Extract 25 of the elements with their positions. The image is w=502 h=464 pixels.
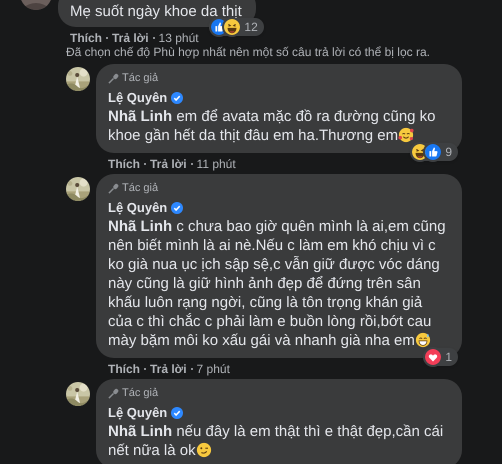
- author-label: Tác giả: [122, 386, 158, 401]
- reaction-summary[interactable]: 9: [410, 143, 458, 161]
- reply-link[interactable]: Trả lời: [150, 360, 187, 378]
- author-label: Tác giả: [122, 70, 158, 86]
- like-link[interactable]: Thích: [70, 28, 102, 46]
- author-name[interactable]: Lệ Quyên: [108, 89, 168, 106]
- author-name[interactable]: Lệ Quyên: [108, 199, 168, 216]
- reply-link[interactable]: Trả lời: [112, 28, 149, 46]
- comment-time: 11 phút: [196, 156, 236, 172]
- comment-time: 7 phút: [196, 360, 230, 378]
- reply-link[interactable]: Trả lời: [150, 154, 187, 172]
- reaction-summary[interactable]: 1: [423, 348, 458, 366]
- like-link[interactable]: Thích: [108, 360, 140, 378]
- microphone-icon: [108, 72, 119, 84]
- author-label: Tác giả: [122, 180, 158, 196]
- comment-time: 13 phút: [158, 30, 199, 46]
- comment-text: Nhã Linh em để avata mặc đồ ra đường cũng ko khoe gần hết da thịt đâu em ha.Thương em: [108, 107, 437, 145]
- author-name[interactable]: Lệ Quyên: [108, 404, 168, 421]
- microphone-icon: [108, 388, 119, 398]
- microphone-icon: [108, 182, 119, 194]
- like-link[interactable]: Thích: [108, 154, 140, 172]
- comment-text: Nhã Linh nếu đây là em thật thì e thật đẹp,cần cái nết nữa là ok: [108, 422, 444, 460]
- comment-text: Nhã Linh c chưa bao giờ quên mình là ai,em cũng nên biết mình là ai nè.Nếu c làm em khó chịu vì c ko già nua ục ịch sập sệ,c vẫn giữ được vóc dáng này cũng là giữ hình ảnh đẹp để đứng trên sân khấu luôn rạng ngời, cũng là tôn trọng khán giả của c thì chắc c phải làm e buồn lòng rồi,bớt cau mày bặm môi ko xấu gái và nhanh già nha em: [108, 217, 447, 350]
- filter-notice: Đã chọn chế độ Phù hợp nhất nên một số câu trả lời có thể bị lọc ra.: [66, 45, 431, 59]
- reaction-summary[interactable]: 12: [209, 18, 264, 36]
